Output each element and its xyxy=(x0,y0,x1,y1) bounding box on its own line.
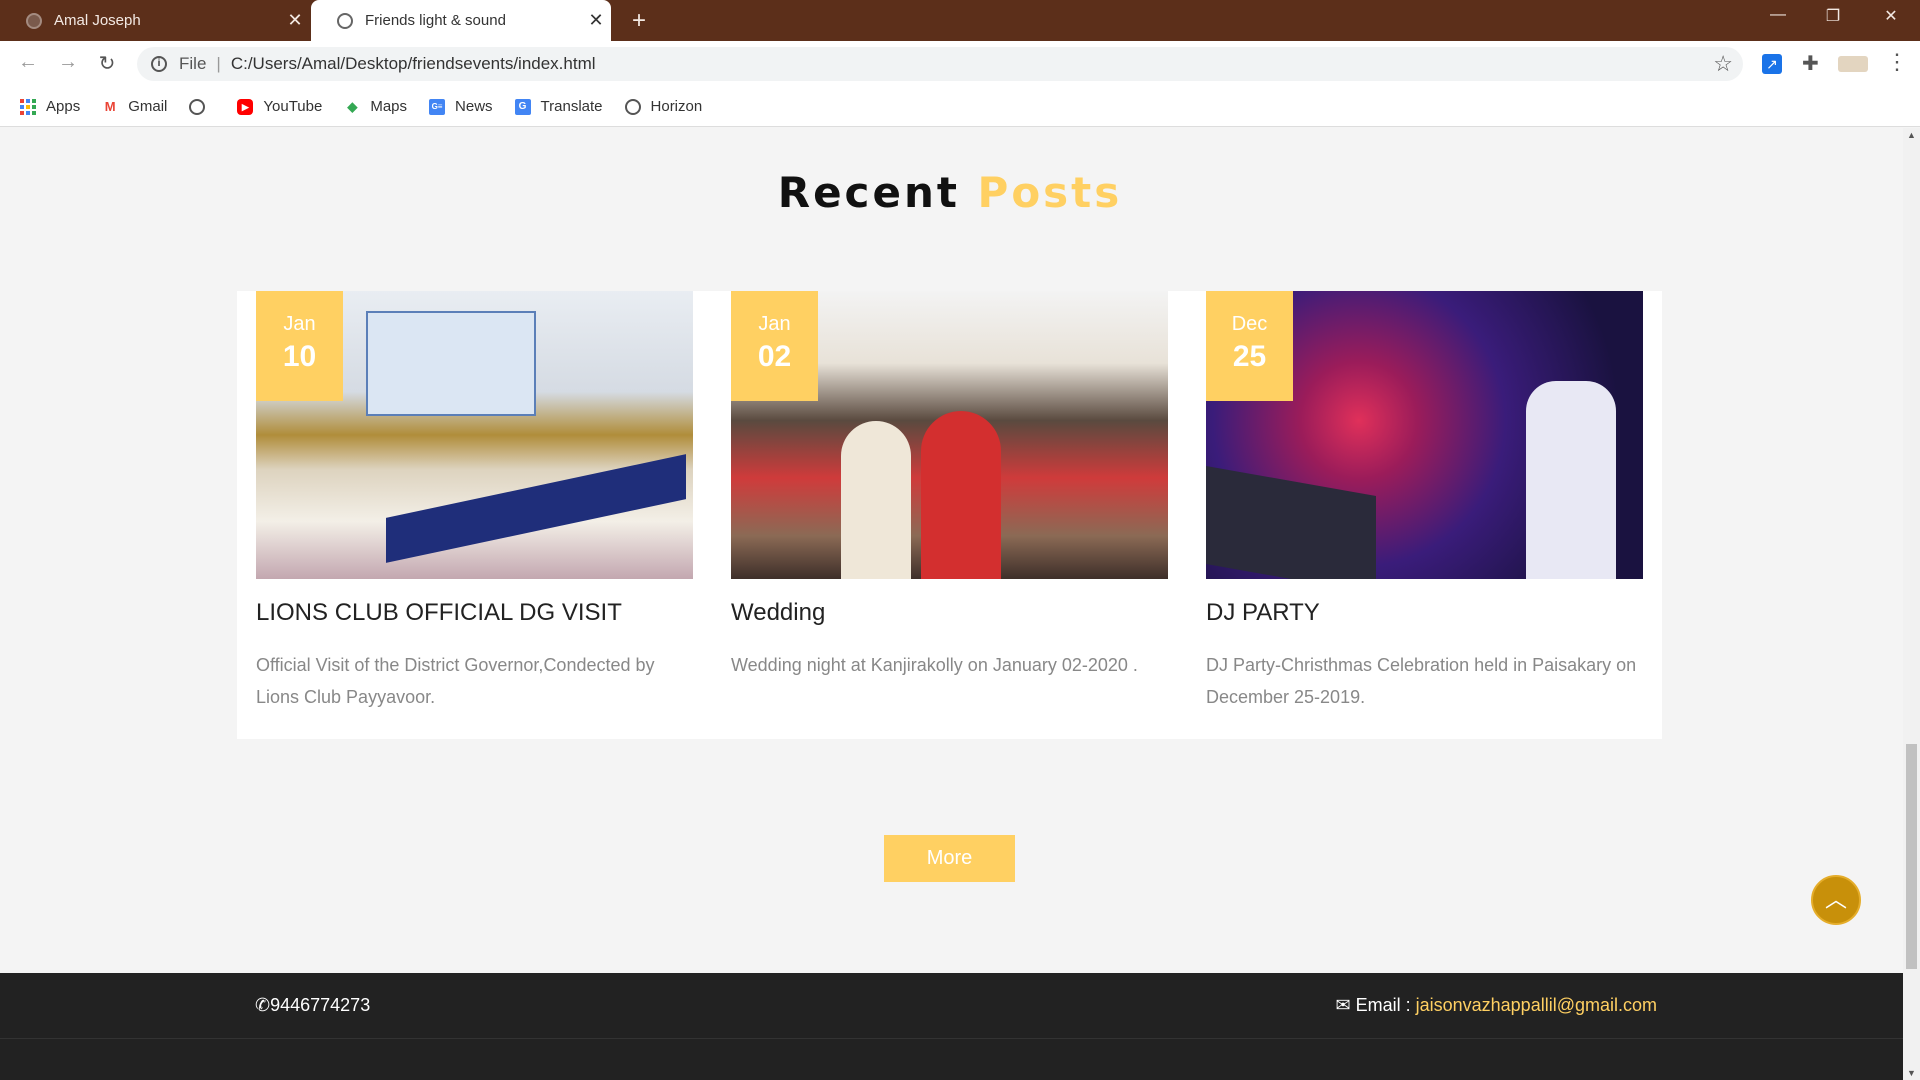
section-title: Recent Posts xyxy=(0,168,1900,217)
post-day: 02 xyxy=(757,340,792,373)
extension-link-icon[interactable]: ↗ xyxy=(1762,54,1782,74)
globe-icon xyxy=(624,98,641,115)
address-bar[interactable]: i File | C:/Users/Amal/Desktop/friendsev… xyxy=(137,47,1743,81)
globe-icon xyxy=(26,12,42,29)
post-title[interactable]: DJ PARTY xyxy=(1206,599,1643,627)
email-label: Email : xyxy=(1355,995,1411,1015)
forward-icon[interactable]: → xyxy=(54,51,82,74)
browser-tab-bar: Amal Joseph ✕ Friends light & sound ✕ + … xyxy=(0,0,1920,41)
post-excerpt: DJ Party-Christhmas Celebration held in … xyxy=(1206,655,1637,707)
close-tab-icon[interactable]: ✕ xyxy=(581,10,611,31)
news-icon: G≡ xyxy=(429,98,446,115)
scheme-label: File xyxy=(179,54,207,73)
footer: ✆9446774273 ✉ Email : jaisonvazhappallil… xyxy=(0,973,1903,1080)
post-day: 10 xyxy=(282,340,317,373)
globe-icon xyxy=(337,12,353,29)
bookmark-globe[interactable] xyxy=(189,98,215,115)
profile-avatar[interactable] xyxy=(1838,56,1868,72)
section-title-word2: Posts xyxy=(977,168,1123,217)
post-card[interactable]: Dec 25 DJ PARTY DJ Party-Christhmas Cele… xyxy=(1206,291,1643,713)
bookmark-label: Horizon xyxy=(650,98,703,115)
footer-divider xyxy=(0,1038,1903,1039)
section-title-word1: Recent xyxy=(777,168,960,217)
envelope-icon: ✉ xyxy=(1335,995,1351,1015)
white-shirt-shape xyxy=(1526,381,1616,579)
post-card[interactable]: Jan 10 LIONS CLUB OFFICIAL DG VISIT Offi… xyxy=(256,291,693,713)
tab-amal-joseph[interactable]: Amal Joseph ✕ xyxy=(0,0,310,41)
restore-icon[interactable]: ❐ xyxy=(1818,6,1848,26)
translate-icon: G xyxy=(514,98,531,115)
dress-shape xyxy=(921,411,1001,579)
post-title[interactable]: Wedding xyxy=(731,599,1168,627)
bookmark-label: Gmail xyxy=(128,98,168,115)
post-image-dj-party[interactable]: Dec 25 xyxy=(1206,291,1643,579)
chevron-up-icon: ︿ xyxy=(1824,887,1847,912)
bookmark-news[interactable]: G≡ News xyxy=(429,98,493,115)
bookmark-youtube[interactable]: ▶ YouTube xyxy=(237,98,322,115)
bookmark-translate[interactable]: G Translate xyxy=(514,98,603,115)
bookmark-label: Maps xyxy=(370,98,408,115)
page-scrollbar[interactable]: ▲ ▼ xyxy=(1903,128,1920,1080)
bookmark-label: News xyxy=(455,98,493,115)
separator: | xyxy=(216,54,221,73)
back-icon[interactable]: ← xyxy=(14,51,42,74)
banner-shape xyxy=(366,311,536,416)
phone-number: 9446774273 xyxy=(270,995,371,1015)
phone-icon: ✆ xyxy=(255,995,271,1015)
bookmark-apps[interactable]: Apps xyxy=(20,98,80,115)
bookmark-label: Apps xyxy=(46,98,81,115)
window-close-icon[interactable]: ✕ xyxy=(1876,6,1906,26)
new-tab-icon[interactable]: + xyxy=(625,7,653,35)
bookmark-maps[interactable]: ◆ Maps xyxy=(344,98,407,115)
post-date-badge: Jan 02 xyxy=(731,291,818,401)
more-button[interactable]: More xyxy=(884,835,1015,882)
bookmark-gmail[interactable]: M Gmail xyxy=(102,98,168,115)
youtube-icon: ▶ xyxy=(237,98,254,115)
globe-icon xyxy=(189,98,206,115)
recent-posts-panel: Jan 10 LIONS CLUB OFFICIAL DG VISIT Offi… xyxy=(237,291,1662,739)
dj-console-shape xyxy=(1206,466,1376,579)
page-viewport: Recent Posts Jan 10 LIONS CLUB OFFICIAL … xyxy=(0,128,1920,1080)
tab-title: Friends light & sound xyxy=(365,12,506,29)
bookmark-label: YouTube xyxy=(263,98,323,115)
post-excerpt: Official Visit of the District Governor,… xyxy=(256,655,655,707)
browser-toolbar: ← → ↻ i File | C:/Users/Amal/Desktop/fri… xyxy=(0,41,1920,87)
apps-grid-icon xyxy=(20,98,36,115)
bookmarks-bar: Apps M Gmail ▶ YouTube ◆ Maps G≡ News G … xyxy=(0,87,1920,127)
post-day: 25 xyxy=(1232,340,1267,373)
post-month: Dec xyxy=(1231,313,1268,335)
post-month: Jan xyxy=(758,313,791,335)
post-date-badge: Dec 25 xyxy=(1206,291,1293,401)
scroll-up-icon[interactable]: ▲ xyxy=(1903,130,1920,140)
gmail-icon: M xyxy=(104,98,116,114)
scroll-down-icon[interactable]: ▼ xyxy=(1903,1068,1920,1078)
post-date-badge: Jan 10 xyxy=(256,291,343,401)
reload-icon[interactable]: ↻ xyxy=(93,51,121,76)
minimize-icon[interactable]: — xyxy=(1763,6,1793,24)
post-title[interactable]: LIONS CLUB OFFICIAL DG VISIT xyxy=(256,599,693,627)
post-excerpt: Wedding night at Kanjirakolly on January… xyxy=(731,655,1138,675)
saree-shape xyxy=(841,421,911,579)
maps-icon: ◆ xyxy=(347,98,358,114)
scrollbar-thumb[interactable] xyxy=(1906,744,1917,969)
extensions-puzzle-icon[interactable]: ✚ xyxy=(1802,54,1822,74)
close-tab-icon[interactable]: ✕ xyxy=(280,10,310,31)
url-text[interactable]: C:/Users/Amal/Desktop/friendsevents/inde… xyxy=(231,54,596,74)
post-month: Jan xyxy=(283,313,316,335)
post-image-lions-club[interactable]: Jan 10 xyxy=(256,291,693,579)
menu-kebab-icon[interactable]: ⋮ xyxy=(1886,49,1908,75)
footer-email: ✉ Email : jaisonvazhappallil@gmail.com xyxy=(1335,995,1657,1016)
tab-friends-light-sound[interactable]: Friends light & sound ✕ xyxy=(311,0,611,41)
footer-phone[interactable]: ✆9446774273 xyxy=(255,995,370,1016)
email-link[interactable]: jaisonvazhappallil@gmail.com xyxy=(1416,995,1657,1015)
tab-title: Amal Joseph xyxy=(54,12,141,29)
post-card[interactable]: Jan 02 Wedding Wedding night at Kanjirak… xyxy=(731,291,1168,681)
bookmark-label: Translate xyxy=(540,98,603,115)
bookmark-horizon[interactable]: Horizon xyxy=(624,98,703,115)
info-icon[interactable]: i xyxy=(151,56,167,72)
nameplate-shape xyxy=(386,454,686,563)
post-image-wedding[interactable]: Jan 02 xyxy=(731,291,1168,579)
scroll-to-top-button[interactable]: ︿ xyxy=(1811,875,1861,925)
bookmark-star-icon[interactable]: ☆ xyxy=(1713,51,1733,77)
